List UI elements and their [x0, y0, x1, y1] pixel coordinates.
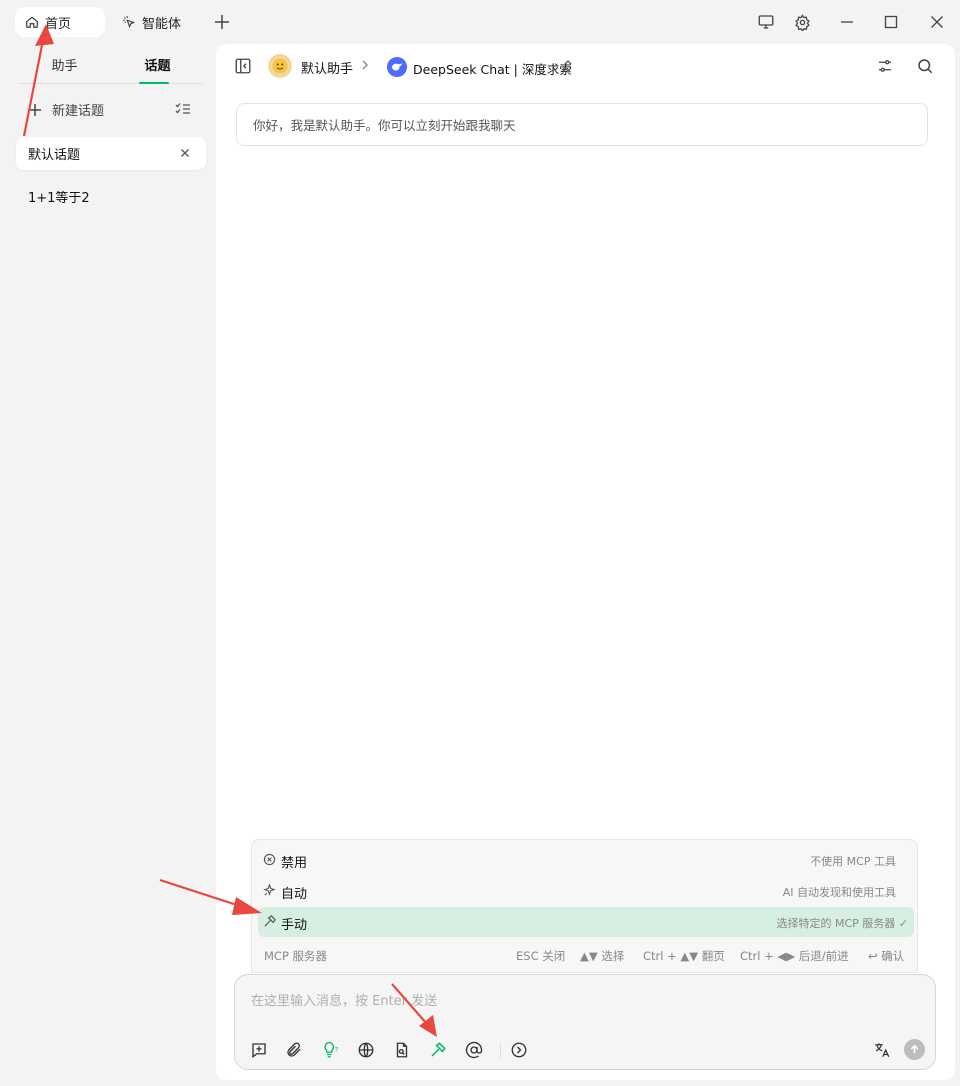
message-input[interactable]: 在这里输入消息，按 Enter 发送	[251, 990, 437, 1009]
minimize-icon[interactable]	[837, 12, 857, 32]
mcp-option-desc: 不使用 MCP 工具	[810, 855, 896, 868]
toolbar-divider	[500, 1044, 501, 1058]
expand-icon[interactable]	[508, 1039, 530, 1061]
hint-select: ▲▼ 选择	[580, 949, 625, 963]
sparkle-cursor-icon	[122, 15, 136, 29]
attachment-icon[interactable]	[283, 1039, 305, 1061]
title-bar: 首页 智能体	[0, 0, 960, 44]
tab-home[interactable]: 首页	[15, 7, 105, 37]
check-icon: ✓	[898, 917, 908, 930]
mcp-mode-menu: 禁用 不使用 MCP 工具 自动 AI 自动发现和使用工具 手动 选择特定的 M…	[251, 839, 918, 973]
chevron-right-icon	[359, 59, 371, 71]
globe-icon[interactable]	[355, 1039, 377, 1061]
tab-agents-label: 智能体	[142, 16, 182, 32]
at-icon[interactable]	[463, 1039, 485, 1061]
sidebar-tab-assistants[interactable]: 助手	[18, 44, 111, 84]
bulb-icon[interactable]: ?	[319, 1039, 341, 1061]
close-icon[interactable]	[927, 12, 947, 32]
disable-circle-icon	[263, 853, 276, 866]
topic-item-1plus1[interactable]: 1+1等于2	[16, 180, 206, 213]
auto-sparkle-icon	[263, 884, 276, 897]
tab-home-label: 首页	[45, 16, 72, 32]
hint-confirm: ↩ 确认	[868, 949, 905, 963]
sidebar-tabs: 助手 话题	[18, 44, 204, 84]
welcome-message: 你好，我是默认助手。你可以立刻开始跟我聊天	[236, 103, 928, 146]
model-selector[interactable]: DeepSeek Chat | 深度求索	[413, 59, 572, 78]
mcp-option-auto[interactable]: 自动 AI 自动发现和使用工具	[258, 876, 914, 906]
tab-agents[interactable]: 智能体	[112, 7, 202, 37]
mcp-option-manual[interactable]: 手动 选择特定的 MCP 服务器 ✓	[258, 907, 914, 937]
hammer-icon	[263, 915, 276, 928]
new-topic-button[interactable]: 新建话题	[28, 100, 104, 119]
translate-icon[interactable]	[871, 1039, 893, 1061]
sidebar-tab-topics[interactable]: 话题	[111, 44, 204, 84]
mcp-option-label: 手动	[281, 918, 308, 933]
close-topic-icon[interactable]	[178, 146, 192, 160]
home-icon	[25, 15, 39, 29]
mcp-option-desc-text: 选择特定的 MCP 服务器	[776, 917, 896, 930]
svg-text:?: ?	[335, 1047, 339, 1054]
send-button[interactable]	[904, 1039, 925, 1060]
file-search-icon[interactable]	[391, 1039, 413, 1061]
mcp-footer-title: MCP 服务器	[264, 949, 328, 963]
mcp-option-desc: 选择特定的 MCP 服务器 ✓	[776, 915, 908, 931]
topic-item-default[interactable]: 默认话题	[16, 137, 206, 170]
new-topic-label: 新建话题	[52, 104, 105, 119]
sidebar: 助手 话题 新建话题 默认话题 1+1等于2	[0, 44, 216, 1086]
mcp-option-label: 禁用	[281, 856, 308, 871]
hint-page: Ctrl + ▲▼ 翻页	[643, 949, 725, 963]
gear-icon[interactable]	[792, 12, 812, 32]
chevron-up-down-icon[interactable]	[562, 59, 574, 73]
topic-label: 默认话题	[28, 148, 81, 163]
plus-icon	[28, 103, 42, 117]
settings-sliders-icon[interactable]	[876, 57, 894, 75]
topic-label: 1+1等于2	[28, 191, 90, 206]
hint-esc: ESC 关闭	[516, 949, 566, 963]
assistant-avatar[interactable]	[268, 54, 292, 78]
hint-nav: Ctrl + ◀▶ 后退/前进	[740, 949, 849, 963]
topic-list-sort-icon[interactable]	[175, 102, 191, 116]
maximize-icon[interactable]	[881, 12, 901, 32]
deepseek-logo-icon	[387, 57, 407, 77]
sidebar-toggle-icon[interactable]	[234, 57, 252, 75]
mcp-option-disable[interactable]: 禁用 不使用 MCP 工具	[258, 845, 914, 875]
add-tab-button[interactable]	[212, 12, 232, 32]
message-input-box[interactable]: 在这里输入消息，按 Enter 发送 ?	[234, 974, 936, 1070]
search-icon[interactable]	[916, 57, 934, 75]
new-topic-icon[interactable]	[248, 1039, 270, 1061]
assistant-name[interactable]: 默认助手	[301, 58, 353, 77]
mcp-option-label: 自动	[281, 887, 308, 902]
hammer-icon[interactable]	[427, 1039, 449, 1061]
monitor-icon[interactable]	[756, 12, 776, 32]
mcp-option-desc: AI 自动发现和使用工具	[782, 886, 896, 899]
